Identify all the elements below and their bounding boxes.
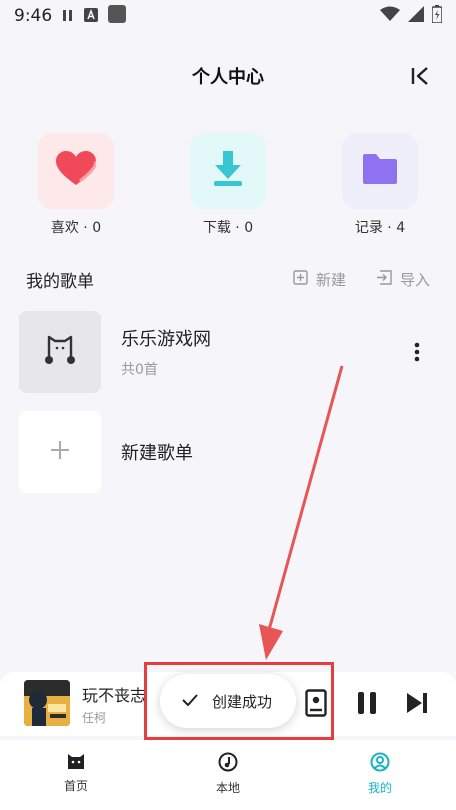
song-artist: 任柯 — [82, 711, 107, 725]
nav-home[interactable]: 首页 — [0, 740, 152, 810]
nav-local-label: 本地 — [215, 781, 240, 795]
shortcut-grid: 喜欢 · 0 下载 · 0 记录 · 4 — [0, 133, 456, 243]
wifi-icon — [380, 6, 400, 26]
import-icon — [376, 269, 392, 289]
import-label: 导入 — [399, 270, 430, 289]
heart-icon — [56, 151, 98, 191]
album-art[interactable] — [24, 680, 70, 726]
collapse-icon[interactable] — [410, 66, 430, 86]
skip-next-icon[interactable] — [402, 688, 432, 718]
signal-icon — [408, 6, 424, 26]
plus-icon — [49, 439, 71, 465]
bottom-nav: 首页 本地 我的 — [0, 740, 456, 810]
music-cat-icon — [43, 333, 77, 371]
new-playlist-label: 新建 — [315, 270, 346, 289]
highlight-box — [144, 662, 334, 740]
new-playlist-item[interactable]: 新建歌单 — [19, 410, 437, 494]
page-title: 个人中心 — [192, 67, 264, 88]
pause-icon[interactable] — [352, 688, 382, 718]
shortcut-record-label: 记录 · 4 — [354, 220, 406, 236]
shortcut-download-label: 下载 · 0 — [202, 220, 254, 236]
battery-icon — [431, 5, 443, 27]
playlist-section-header: 我的歌单 新建 导入 — [26, 266, 430, 292]
nav-mine-label: 我的 — [367, 781, 392, 795]
shortcut-record[interactable]: 记录 · 4 — [342, 133, 418, 237]
square-status-icon — [108, 5, 127, 27]
plus-square-icon — [293, 269, 308, 289]
status-time: 9:46 — [14, 6, 53, 26]
playlist-cover — [19, 311, 101, 393]
folder-icon — [363, 154, 397, 188]
playlist-name: 乐乐游戏网 — [121, 329, 211, 350]
shortcut-like-label: 喜欢 · 0 — [50, 220, 102, 236]
new-playlist-button[interactable]: 新建 — [293, 269, 346, 290]
playlist-item[interactable]: 乐乐游戏网 共0首 — [19, 310, 437, 394]
music-note-icon — [218, 752, 238, 775]
user-circle-icon — [370, 752, 390, 775]
shortcut-download[interactable]: 下载 · 0 — [190, 133, 266, 237]
app-a-icon — [84, 7, 99, 26]
nav-local[interactable]: 本地 — [152, 740, 304, 810]
new-playlist-cover — [19, 411, 101, 493]
more-vertical-icon[interactable] — [407, 337, 427, 367]
cat-icon — [66, 752, 86, 773]
header: 个人中心 — [0, 54, 456, 98]
nav-home-label: 首页 — [63, 779, 88, 793]
song-title: 玩不丧志 — [82, 686, 147, 705]
playlist-count: 共0首 — [121, 362, 158, 378]
download-icon — [210, 151, 246, 191]
new-playlist-name: 新建歌单 — [121, 443, 193, 464]
pause-status-icon — [62, 7, 74, 26]
import-button[interactable]: 导入 — [376, 269, 430, 290]
nav-mine[interactable]: 我的 — [304, 740, 456, 810]
section-title: 我的歌单 — [26, 271, 94, 292]
status-bar: 9:46 — [0, 0, 456, 32]
shortcut-like[interactable]: 喜欢 · 0 — [38, 133, 114, 237]
